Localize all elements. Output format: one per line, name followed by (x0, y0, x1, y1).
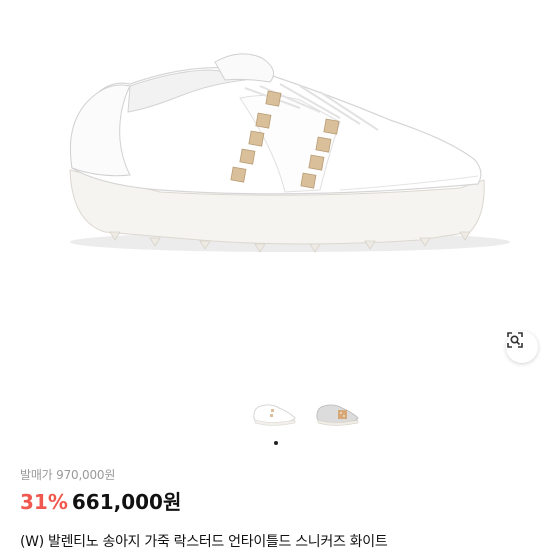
price-row: 31% 661,000원 (20, 486, 181, 515)
page-dot-active (274, 441, 278, 445)
white-sneaker-thumb-image (253, 404, 296, 426)
thumbnail-strip (0, 400, 552, 430)
original-price: 발매가 970,000원 (20, 468, 116, 482)
gallery-page-indicator (0, 441, 552, 445)
white-sneaker-thumb[interactable] (251, 400, 297, 430)
grey-sneaker-thumb[interactable] (314, 400, 360, 430)
sneaker-image (69, 53, 510, 253)
image-search-icon (507, 332, 523, 348)
product-image-area[interactable] (0, 0, 552, 392)
sale-price: 661,000원 (71, 490, 182, 514)
grey-sneaker-thumb-image (316, 404, 359, 426)
discount-rate: 31% (20, 490, 68, 514)
image-search-button[interactable] (506, 331, 538, 363)
product-title: (W) 발렌티노 송아지 가죽 락스터드 언타이틀드 스니커즈 화이트 (20, 534, 388, 550)
